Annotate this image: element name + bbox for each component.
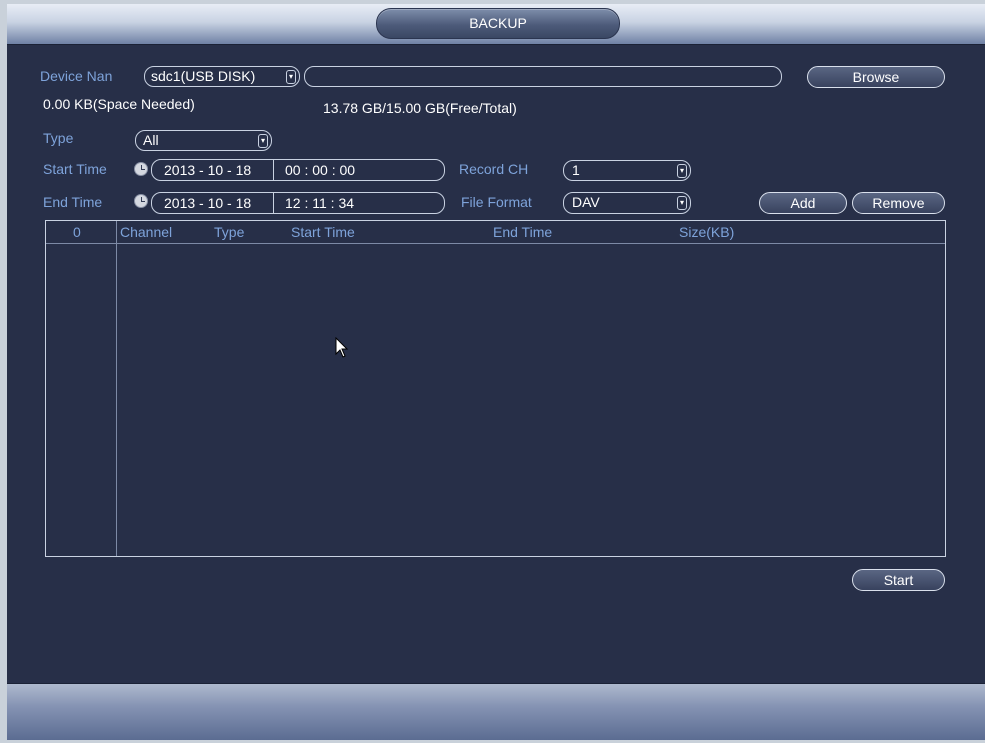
backup-file-table[interactable]: 0 Channel Type Start Time End Time Size(… (45, 220, 946, 557)
column-header-end-time[interactable]: End Time (493, 224, 552, 240)
device-name-label: Device Nan (40, 68, 113, 84)
file-format-label: File Format (461, 194, 532, 210)
end-date-value[interactable]: 2013 - 10 - 18 (164, 195, 251, 211)
start-time-label: Start Time (43, 161, 107, 177)
column-header-start-time[interactable]: Start Time (291, 224, 355, 240)
backup-path-field[interactable] (304, 66, 782, 87)
free-total-text: 13.78 GB/15.00 GB(Free/Total) (323, 100, 517, 116)
date-time-divider (273, 160, 274, 180)
record-ch-label: Record CH (459, 161, 529, 177)
dropdown-arrow-icon: ▾ (258, 134, 268, 148)
date-time-divider (273, 193, 274, 213)
record-ch-value: 1 (572, 162, 580, 178)
type-label: Type (43, 130, 74, 146)
dropdown-arrow-icon: ▾ (677, 164, 687, 178)
file-format-value: DAV (572, 194, 600, 210)
device-select[interactable]: sdc1(USB DISK) ▾ (144, 66, 300, 87)
dropdown-arrow-icon: ▾ (286, 70, 296, 84)
end-time-field[interactable]: 2013 - 10 - 18 12 : 11 : 34 (151, 192, 445, 214)
type-select-value: All (143, 132, 159, 148)
mouse-pointer-icon (335, 337, 349, 358)
type-select[interactable]: All ▾ (135, 130, 272, 151)
file-format-select[interactable]: DAV ▾ (563, 192, 691, 214)
add-button[interactable]: Add (759, 192, 847, 214)
space-needed-text: 0.00 KB(Space Needed) (43, 96, 195, 112)
backup-window: BACKUP Device Nan sdc1(USB DISK) ▾ Brows… (7, 4, 985, 740)
start-time-field[interactable]: 2013 - 10 - 18 00 : 00 : 00 (151, 159, 445, 181)
column-header-size[interactable]: Size(KB) (679, 224, 734, 240)
column-header-type[interactable]: Type (214, 224, 244, 240)
table-column-divider (116, 221, 117, 556)
column-header-index[interactable]: 0 (73, 224, 81, 240)
column-header-channel[interactable]: Channel (120, 224, 172, 240)
table-header: 0 Channel Type Start Time End Time Size(… (46, 221, 945, 244)
title-bar: BACKUP (7, 4, 985, 45)
bottom-bar (7, 683, 985, 740)
clock-icon[interactable] (134, 162, 148, 176)
window-title: BACKUP (376, 8, 620, 39)
device-select-value: sdc1(USB DISK) (151, 68, 256, 84)
start-time-value[interactable]: 00 : 00 : 00 (285, 162, 355, 178)
start-button[interactable]: Start (852, 569, 945, 591)
clock-icon[interactable] (134, 194, 148, 208)
record-ch-select[interactable]: 1 ▾ (563, 160, 691, 181)
end-time-label: End Time (43, 194, 103, 210)
remove-button[interactable]: Remove (852, 192, 945, 214)
browse-button[interactable]: Browse (807, 66, 945, 88)
start-date-value[interactable]: 2013 - 10 - 18 (164, 162, 251, 178)
dropdown-arrow-icon: ▾ (677, 196, 687, 210)
end-time-value[interactable]: 12 : 11 : 34 (285, 195, 354, 211)
